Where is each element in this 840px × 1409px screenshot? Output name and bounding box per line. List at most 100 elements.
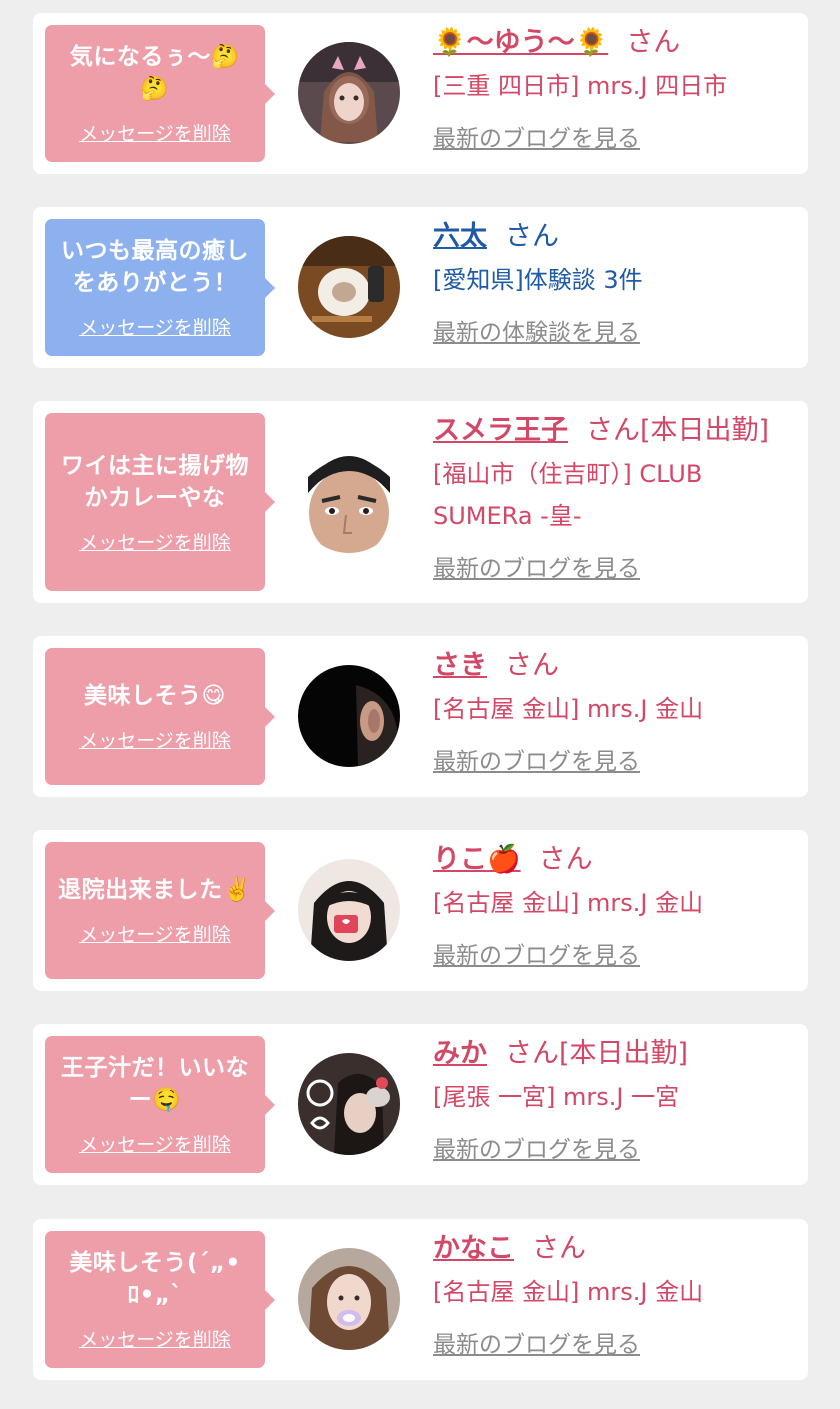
avatar[interactable] <box>298 1248 400 1350</box>
message-line: ー🤤 <box>128 1087 182 1113</box>
message-card: ワイは主に揚げ物 かカレーやな メッセージを削除 スメラ王子さん[本日出勤] [… <box>33 401 808 603</box>
latest-blog-link[interactable]: 最新のブログを見る <box>433 936 640 970</box>
name-suffix: さん[本日出勤] <box>505 1038 689 1069</box>
message-text: 美味しそう(´„• ﾛ•„` <box>69 1247 240 1311</box>
delete-message-link[interactable]: メッセージを削除 <box>79 528 231 555</box>
message-card: いつも最高の癒し をありがとう！ メッセージを削除 六太 さん [愛知県]体験談 … <box>33 207 808 368</box>
message-line: をありがとう！ <box>72 270 238 296</box>
avatar[interactable] <box>298 1053 400 1155</box>
message-text: 退院出来ました✌️ <box>58 874 252 906</box>
delete-message-link[interactable]: メッセージを削除 <box>79 1325 231 1352</box>
name-suffix: さん <box>626 27 681 58</box>
user-info: かなこ さん [名古屋 金山] mrs.J 金山 最新のブログを見る <box>433 1231 788 1359</box>
message-list: 気になるぅ〜🤔 🤔 メッセージを削除 🌻〜ゆう〜🌻 さん [三重 四日市] mr… <box>0 0 840 1409</box>
message-bubble: 美味しそう(´„• ﾛ•„` メッセージを削除 <box>45 1231 275 1368</box>
avatar-photo <box>298 236 400 338</box>
message-text: いつも最高の癒し をありがとう！ <box>61 235 249 299</box>
user-info: みか さん[本日出勤] [尾張 一宮] mrs.J 一宮 最新のブログを見る <box>433 1036 788 1164</box>
avatar-photo <box>298 451 400 553</box>
message-line: 退院出来ました✌️ <box>58 877 252 903</box>
message-card: 気になるぅ〜🤔 🤔 メッセージを削除 🌻〜ゆう〜🌻 さん [三重 四日市] mr… <box>33 13 808 174</box>
user-name-link[interactable]: かなこ <box>433 1233 514 1264</box>
avatar-photo <box>298 42 400 144</box>
avatar-photo <box>298 1248 400 1350</box>
shop-line: [三重 四日市] mrs.J 四日市 <box>433 72 728 100</box>
name-suffix: さん[本日出勤] <box>586 415 770 446</box>
avatar-photo <box>298 859 400 961</box>
avatar[interactable] <box>298 451 400 553</box>
name-line: りこ🍎 さん <box>433 842 788 878</box>
latest-blog-link[interactable]: 最新のブログを見る <box>433 1130 640 1164</box>
latest-blog-link[interactable]: 最新のブログを見る <box>433 119 640 153</box>
latest-blog-link[interactable]: 最新のブログを見る <box>433 742 640 776</box>
user-name-link[interactable]: スメラ王子 <box>433 415 568 446</box>
shop-info: [名古屋 金山] mrs.J 金山 <box>433 882 788 924</box>
user-name-link[interactable]: 🌻〜ゆう〜🌻 <box>433 27 608 58</box>
message-text: ワイは主に揚げ物 かカレーやな <box>61 450 249 514</box>
message-text: 美味しそう😋 <box>84 680 226 712</box>
message-bubble: ワイは主に揚げ物 かカレーやな メッセージを削除 <box>45 413 275 591</box>
message-line: かカレーやな <box>84 484 226 511</box>
name-line: みか さん[本日出勤] <box>433 1036 788 1072</box>
name-line: かなこ さん <box>433 1231 788 1267</box>
avatar[interactable] <box>298 665 400 767</box>
user-info: 六太 さん [愛知県]体験談 3件 最新の体験談を見る <box>433 219 788 347</box>
message-text: 気になるぅ〜🤔 🤔 <box>70 41 240 105</box>
user-name-link[interactable]: さき <box>433 650 487 681</box>
shop-info: [名古屋 金山] mrs.J 金山 <box>433 1271 788 1313</box>
shop-line: [尾張 一宮] mrs.J 一宮 <box>433 1083 680 1111</box>
shop-line: [愛知県]体験談 3件 <box>433 266 643 294</box>
message-bubble: 退院出来ました✌️ メッセージを削除 <box>45 842 275 979</box>
message-line: 気になるぅ〜🤔 <box>69 44 241 70</box>
shop-line: [名古屋 金山] mrs.J 金山 <box>433 889 704 917</box>
latest-blog-link[interactable]: 最新のブログを見る <box>433 549 640 583</box>
delete-message-link[interactable]: メッセージを削除 <box>79 920 231 947</box>
delete-message-link[interactable]: メッセージを削除 <box>79 313 231 340</box>
user-info: さき さん [名古屋 金山] mrs.J 金山 最新のブログを見る <box>433 648 788 776</box>
message-bubble: 気になるぅ〜🤔 🤔 メッセージを削除 <box>45 25 275 162</box>
name-line: 六太 さん <box>433 219 788 255</box>
message-line: ﾛ•„` <box>127 1282 183 1308</box>
user-info: りこ🍎 さん [名古屋 金山] mrs.J 金山 最新のブログを見る <box>433 842 788 970</box>
avatar-photo <box>298 665 400 767</box>
message-line: 王子汁だ！いいな <box>61 1055 249 1081</box>
delete-message-link[interactable]: メッセージを削除 <box>79 119 231 146</box>
latest-report-link[interactable]: 最新の体験談を見る <box>433 313 640 347</box>
message-card: 退院出来ました✌️ メッセージを削除 りこ🍎 さん [名古屋 金山] mrs.J … <box>33 830 808 991</box>
message-line: 美味しそう(´„• <box>69 1250 241 1276</box>
user-info: スメラ王子 さん[本日出勤] [福山市（住吉町）] CLUB SUMERa -皇-… <box>433 413 788 583</box>
shop-info: [愛知県]体験談 3件 <box>433 259 788 301</box>
avatar-photo <box>298 1053 400 1155</box>
message-card: 美味しそう(´„• ﾛ•„` メッセージを削除 かなこ さん [名古屋 金山] m… <box>33 1219 808 1380</box>
avatar[interactable] <box>298 859 400 961</box>
name-line: 🌻〜ゆう〜🌻 さん <box>433 25 788 61</box>
message-line: 🤔 <box>140 76 170 102</box>
name-line: スメラ王子 さん[本日出勤] <box>433 413 788 449</box>
message-line: ワイは主に揚げ物 <box>61 452 249 479</box>
user-info: 🌻〜ゆう〜🌻 さん [三重 四日市] mrs.J 四日市 最新のブログを見る <box>433 25 788 153</box>
shop-info: [尾張 一宮] mrs.J 一宮 <box>433 1076 788 1118</box>
user-name-link[interactable]: みか <box>433 1038 487 1069</box>
name-suffix: さん <box>532 1233 586 1264</box>
name-suffix: さん <box>505 650 559 681</box>
message-line: 美味しそう😋 <box>84 683 226 709</box>
message-bubble: 美味しそう😋 メッセージを削除 <box>45 648 275 785</box>
message-text: 王子汁だ！いいな ー🤤 <box>61 1052 249 1116</box>
shop-line: [名古屋 金山] mrs.J 金山 <box>433 695 704 723</box>
shop-info: [福山市（住吉町）] CLUB SUMERa -皇- <box>433 453 788 537</box>
avatar[interactable] <box>298 42 400 144</box>
delete-message-link[interactable]: メッセージを削除 <box>79 726 231 753</box>
message-bubble: 王子汁だ！いいな ー🤤 メッセージを削除 <box>45 1036 275 1173</box>
message-card: 美味しそう😋 メッセージを削除 さき さん [名古屋 金山] mrs.J 金山 最… <box>33 636 808 797</box>
user-name-link[interactable]: 六太 <box>433 221 487 252</box>
shop-line: SUMERa -皇- <box>433 502 582 530</box>
shop-line: [福山市（住吉町）] CLUB <box>433 460 703 488</box>
avatar[interactable] <box>298 236 400 338</box>
user-name-link[interactable]: りこ🍎 <box>433 844 521 875</box>
name-line: さき さん <box>433 648 788 684</box>
shop-line: [名古屋 金山] mrs.J 金山 <box>433 1278 704 1306</box>
delete-message-link[interactable]: メッセージを削除 <box>79 1130 231 1157</box>
message-bubble: いつも最高の癒し をありがとう！ メッセージを削除 <box>45 219 275 356</box>
shop-info: [名古屋 金山] mrs.J 金山 <box>433 688 788 730</box>
latest-blog-link[interactable]: 最新のブログを見る <box>433 1325 640 1359</box>
